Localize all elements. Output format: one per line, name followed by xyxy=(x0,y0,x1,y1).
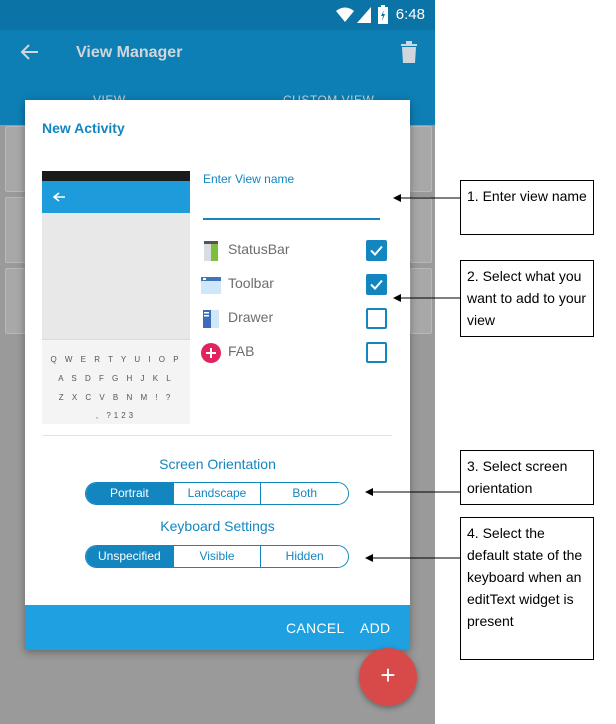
callout-select-what-to-add: 2. Select what you want to add to your v… xyxy=(460,260,594,337)
callout-enter-view-name: 1. Enter view name xyxy=(460,180,594,235)
callout-select-keyboard-state: 4. Select the default state of the keybo… xyxy=(460,517,594,660)
callout-select-orientation: 3. Select screen orientation xyxy=(460,450,594,505)
